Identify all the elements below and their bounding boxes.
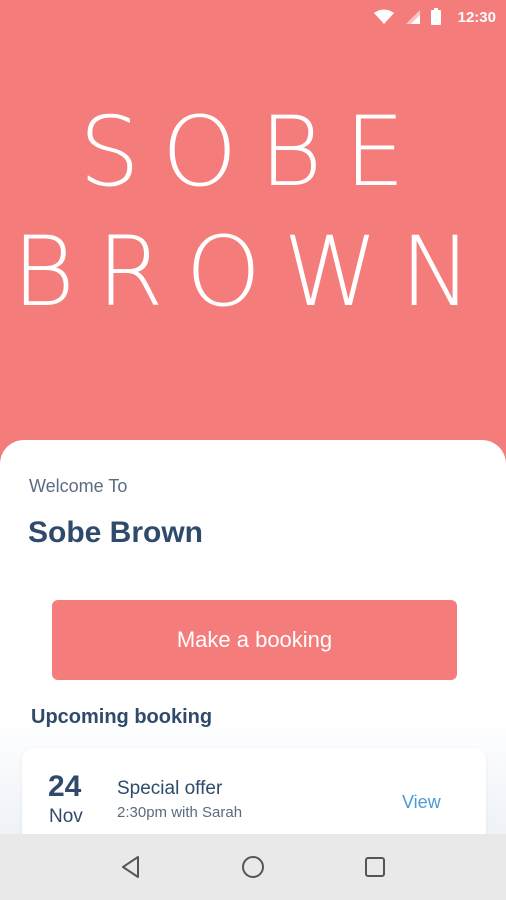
back-icon — [122, 856, 139, 878]
booking-date-day: 24 — [48, 770, 82, 803]
home-button[interactable] — [233, 847, 273, 887]
booking-date-month: Nov — [49, 806, 83, 827]
home-icon — [242, 856, 264, 878]
welcome-card: Welcome To Sobe Brown Make a booking Upc… — [0, 440, 506, 834]
brand-logo-line-1: SOBE — [78, 96, 427, 208]
view-booking-link[interactable]: View — [402, 792, 441, 813]
signal-icon — [405, 10, 420, 24]
status-bar: 12:30 — [0, 0, 506, 34]
salon-name: Sobe Brown — [28, 516, 204, 549]
booking-title: Special offer — [117, 778, 223, 799]
make-booking-button[interactable]: Make a booking — [52, 600, 457, 680]
wifi-icon — [373, 9, 394, 24]
welcome-label: Welcome To — [29, 476, 128, 496]
brand-logo-line-2: BROWN — [12, 216, 494, 328]
status-time: 12:30 — [457, 8, 496, 26]
system-nav-bar — [0, 834, 506, 900]
recents-button[interactable] — [355, 847, 395, 887]
battery-icon — [430, 8, 441, 25]
upcoming-booking-card[interactable]: 24 Nov Special offer 2:30pm with Sarah V… — [22, 748, 486, 834]
booking-detail: 2:30pm with Sarah — [117, 804, 243, 821]
recents-icon — [365, 857, 385, 877]
back-button[interactable] — [111, 847, 151, 887]
brand-logo: SOBE BROWN — [0, 92, 506, 332]
upcoming-booking-title: Upcoming booking — [31, 706, 213, 728]
